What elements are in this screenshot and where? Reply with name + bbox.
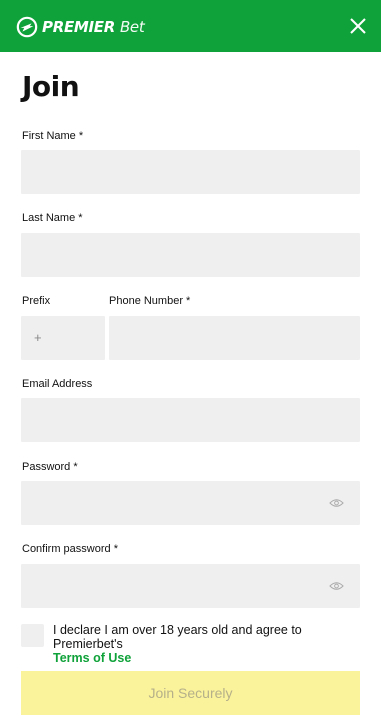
email-field[interactable] xyxy=(21,398,360,442)
first-name-field[interactable] xyxy=(21,150,360,194)
last-name-field[interactable] xyxy=(21,233,360,277)
first-name-label: First Name * xyxy=(22,130,84,142)
close-icon[interactable] xyxy=(347,15,369,37)
logo-text: PREMIER Bet xyxy=(42,18,145,36)
phone-number-field[interactable] xyxy=(109,316,360,360)
confirm-password-label: Confirm password * xyxy=(22,543,118,555)
age-consent-text: I declare I am over 18 years old and agr… xyxy=(53,623,368,665)
confirm-password-visibility-eye-icon[interactable] xyxy=(329,581,344,591)
phone-number-label: Phone Number * xyxy=(109,295,191,307)
premierbet-logo: PREMIER Bet xyxy=(16,14,145,40)
age-consent-checkbox[interactable] xyxy=(21,624,44,647)
prefix-label: Prefix xyxy=(22,295,51,307)
app-header: PREMIER Bet xyxy=(0,0,381,52)
password-label: Password * xyxy=(22,461,78,473)
confirm-password-field[interactable] xyxy=(21,564,360,608)
logo-mark-icon xyxy=(16,16,38,38)
terms-of-use-link[interactable]: Terms of Use xyxy=(53,651,131,665)
join-securely-button[interactable]: Join Securely xyxy=(21,671,360,715)
consent-statement: I declare I am over 18 years old and agr… xyxy=(53,623,302,651)
password-visibility-eye-icon[interactable] xyxy=(329,498,344,508)
password-field[interactable] xyxy=(21,481,360,525)
prefix-value: + xyxy=(34,330,42,345)
last-name-label: Last Name * xyxy=(22,212,83,224)
email-label: Email Address xyxy=(22,378,93,390)
page-title: Join xyxy=(22,70,80,103)
